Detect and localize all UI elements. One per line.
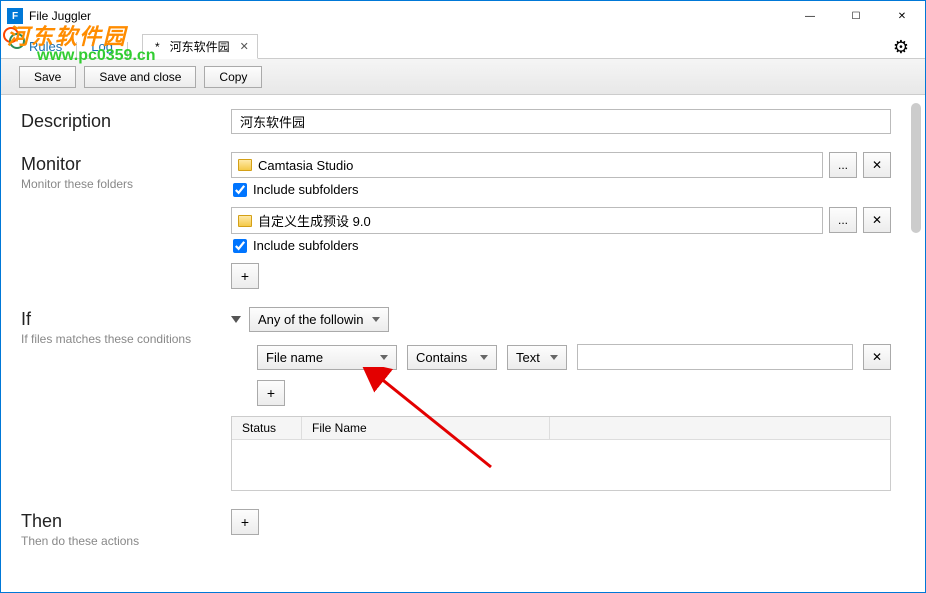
close-window-button[interactable]: ✕ [879, 1, 925, 31]
include-subfolders-label: Include subfolders [253, 182, 359, 197]
save-close-button[interactable]: Save and close [84, 66, 196, 88]
folder-path[interactable]: Camtasia Studio [231, 152, 823, 178]
add-condition-button[interactable]: + [257, 380, 285, 406]
description-label: Description [21, 111, 231, 132]
document-tab[interactable]: * 河东软件园 ✕ [142, 34, 258, 59]
col-status[interactable]: Status [232, 417, 302, 439]
condition-field-dropdown[interactable]: File name [257, 345, 397, 370]
remove-folder-button[interactable]: ✕ [863, 152, 891, 178]
table-body [232, 440, 890, 490]
titlebar: F File Juggler — ☐ ✕ [1, 1, 925, 31]
preview-table: Status File Name [231, 416, 891, 491]
folder-path[interactable]: 自定义生成预设 9.0 [231, 207, 823, 234]
folder-icon [238, 215, 252, 227]
content-area: Description Monitor Monitor these folder… [1, 95, 925, 592]
tab-name: 河东软件园 [170, 38, 230, 55]
monitor-sublabel: Monitor these folders [21, 177, 231, 191]
topbar: Rules Log *河东软件园 ✕ ⚙ [1, 31, 925, 59]
add-folder-button[interactable]: + [231, 263, 259, 289]
minimize-button[interactable]: — [787, 1, 833, 31]
folder-name: Camtasia Studio [258, 158, 353, 173]
nav-divider [127, 42, 128, 58]
nav-log[interactable]: Log [81, 35, 123, 58]
maximize-button[interactable]: ☐ [833, 1, 879, 31]
then-label: Then [21, 511, 231, 532]
remove-condition-button[interactable]: ✕ [863, 344, 891, 370]
nav-divider [76, 42, 77, 58]
browse-folder-button[interactable]: ... [829, 152, 857, 178]
add-action-button[interactable]: + [231, 509, 259, 535]
description-input[interactable] [231, 109, 891, 134]
app-icon: F [7, 8, 23, 24]
if-sublabel: If files matches these conditions [21, 332, 231, 346]
include-subfolders-checkbox[interactable] [233, 239, 247, 253]
monitor-label: Monitor [21, 154, 231, 175]
condition-value-input[interactable] [577, 344, 853, 370]
include-subfolders-check[interactable]: Include subfolders [231, 238, 891, 253]
tab-dirty-marker: * [155, 40, 160, 54]
close-tab-icon[interactable]: ✕ [240, 40, 249, 53]
folder-name: 自定义生成预设 9.0 [258, 211, 371, 230]
gear-icon[interactable]: ⚙ [893, 37, 909, 58]
copy-button[interactable]: Copy [204, 66, 262, 88]
collapse-toggle-icon[interactable] [231, 316, 241, 323]
include-subfolders-label: Include subfolders [253, 238, 359, 253]
col-extra[interactable] [550, 417, 890, 439]
scrollbar-thumb[interactable] [911, 103, 921, 233]
folder-icon [238, 159, 252, 171]
browse-folder-button[interactable]: ... [829, 207, 857, 233]
remove-folder-button[interactable]: ✕ [863, 207, 891, 233]
window-title: File Juggler [29, 9, 787, 23]
condition-type-dropdown[interactable]: Text [507, 345, 567, 370]
include-subfolders-check[interactable]: Include subfolders [231, 182, 891, 197]
condition-mode-dropdown[interactable]: Any of the followin [249, 307, 389, 332]
condition-operator-dropdown[interactable]: Contains [407, 345, 497, 370]
include-subfolders-checkbox[interactable] [233, 183, 247, 197]
col-filename[interactable]: File Name [302, 417, 550, 439]
watermark-logo-icon [3, 27, 27, 51]
toolbar: Save Save and close Copy [1, 59, 925, 95]
if-label: If [21, 309, 231, 330]
then-sublabel: Then do these actions [21, 534, 231, 548]
save-button[interactable]: Save [19, 66, 76, 88]
